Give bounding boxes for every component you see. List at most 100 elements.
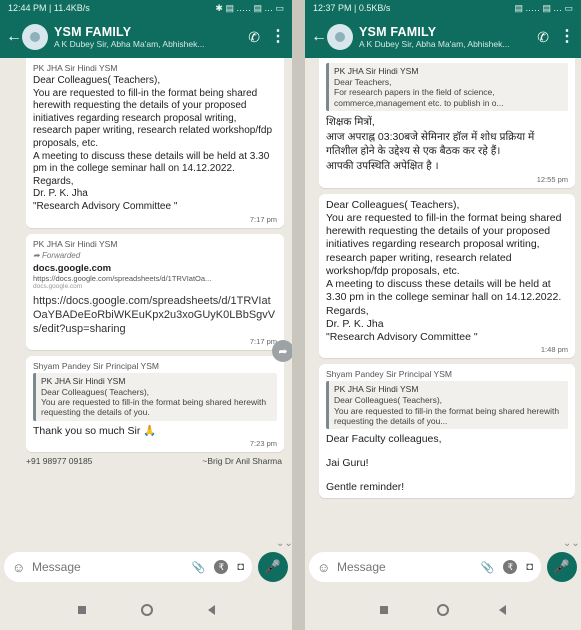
microphone-icon: 🎤	[264, 559, 282, 574]
forwarded-icon: ➦	[33, 250, 42, 260]
message-composer: ☺ 📎 ₹ ◘ 🎤	[4, 550, 288, 584]
message-text: Thank you so much Sir 🙏	[33, 424, 157, 437]
status-icons: ✱ ▤ .‥‥ ▤ .‥ ▭	[215, 2, 284, 13]
system-nav-bar	[305, 590, 581, 630]
emoji-icon[interactable]: ☺	[317, 560, 337, 575]
system-back-icon[interactable]	[499, 605, 507, 615]
quoted-message[interactable]: PK JHA Sir Hindi YSM Dear Colleagues( Te…	[326, 381, 568, 430]
message-input[interactable]	[32, 560, 183, 574]
link-preview[interactable]: docs.google.com https://docs.google.com/…	[33, 263, 277, 290]
sender-name: ~Brig Dr Anil Sharma	[202, 456, 282, 467]
message-bubble[interactable]: Shyam Pandey Sir Principal YSM PK JHA Si…	[26, 355, 284, 453]
home-icon[interactable]	[437, 604, 450, 616]
quoted-text: Dear Teachers, For research papers in th…	[334, 77, 504, 108]
link-preview-title: docs.google.com	[33, 262, 112, 274]
status-bar: 12:44 PM | 11.4KB/s ✱ ▤ .‥‥ ▤ .‥ ▭	[0, 0, 292, 16]
group-avatar[interactable]	[22, 24, 48, 50]
quoted-sender: PK JHA Sir Hindi YSM	[334, 66, 419, 76]
message-sender: PK JHA Sir Hindi YSM	[33, 63, 118, 73]
quoted-text: Dear Colleagues( Teachers), You are requ…	[334, 395, 560, 426]
message-bubble[interactable]: PK JHA Sir Hindi YSM ➦ Forwarded docs.go…	[26, 233, 284, 350]
more-options-icon[interactable]: ⋮	[559, 29, 575, 45]
chat-members: A K Dubey Sir, Abha Ma'am, Abhishek...	[359, 39, 510, 49]
chat-title: YSM FAMILY	[54, 25, 132, 39]
message-time: 7:17 pm	[249, 214, 277, 224]
avatar-placeholder-icon	[335, 32, 345, 42]
right-phone-screen: 12:37 PM | 0.5KB/s ▤ .‥‥ ▤ .‥ ▭ ← YSM FA…	[305, 0, 581, 630]
chat-members: A K Dubey Sir, Abha Ma'am, Abhishek...	[54, 39, 205, 49]
message-link[interactable]: https://docs.google.com/spreadsheets/d/1…	[33, 294, 277, 336]
system-back-icon[interactable]	[207, 605, 215, 615]
camera-icon[interactable]: ◘	[237, 561, 244, 573]
message-time: 12:55 pm	[536, 174, 568, 184]
message-list[interactable]: PK JHA Sir Hindi YSM Dear Colleagues( Te…	[0, 58, 292, 528]
forwarded-label: ➦ Forwarded	[33, 251, 277, 260]
left-phone-screen: 12:44 PM | 11.4KB/s ✱ ▤ .‥‥ ▤ .‥ ▭ ← YSM…	[0, 0, 292, 630]
message-time: 1:48 pm	[540, 345, 568, 355]
avatar-placeholder-icon	[30, 32, 40, 42]
message-list[interactable]: PK JHA Sir Hindi YSM Dear Teachers, For …	[305, 58, 581, 528]
message-line: Dear Faculty colleagues,	[326, 433, 442, 446]
forwarded-text: Forwarded	[41, 250, 81, 260]
link-preview-domain: docs.google.com	[33, 282, 83, 290]
message-input[interactable]	[337, 560, 472, 574]
status-bar: 12:37 PM | 0.5KB/s ▤ .‥‥ ▤ .‥ ▭	[305, 0, 581, 16]
quoted-text: Dear Colleagues( Teachers), You are requ…	[41, 386, 267, 418]
next-message-header: +91 98977 09185 ~Brig Dr Anil Sharma	[26, 456, 282, 466]
payment-icon[interactable]: ₹	[503, 560, 518, 574]
status-time: 12:44 PM | 11.4KB/s	[8, 3, 90, 13]
add-call-icon[interactable]: ✆	[248, 29, 260, 46]
message-bubble[interactable]: Dear Colleagues( Teachers), You are requ…	[319, 193, 575, 359]
chat-header: ← YSM FAMILY A K Dubey Sir, Abha Ma'am, …	[0, 16, 292, 58]
screenshot-divider	[292, 0, 305, 630]
payment-icon[interactable]: ₹	[214, 560, 229, 574]
message-composer: ☺ 📎 ₹ ◘ 🎤	[309, 550, 577, 584]
message-bubble[interactable]: Shyam Pandey Sir Principal YSM PK JHA Si…	[319, 364, 575, 499]
voice-record-button[interactable]: 🎤	[258, 552, 288, 582]
more-options-icon[interactable]: ⋮	[270, 29, 286, 45]
chat-header: ← YSM FAMILY A K Dubey Sir, Abha Ma'am, …	[305, 16, 581, 58]
back-arrow-icon[interactable]: ←	[311, 28, 327, 46]
quoted-message[interactable]: PK JHA Sir Hindi YSM Dear Colleagues( Te…	[33, 372, 277, 421]
microphone-icon: 🎤	[553, 559, 571, 574]
camera-icon[interactable]: ◘	[526, 561, 533, 573]
message-line: Jai Guru!	[326, 456, 369, 469]
back-arrow-icon[interactable]: ←	[6, 28, 22, 46]
message-text: Dear Colleagues( Teachers), You are requ…	[326, 198, 562, 344]
recent-apps-icon[interactable]	[77, 606, 86, 614]
group-avatar[interactable]	[327, 24, 353, 50]
quoted-sender: PK JHA Sir Hindi YSM	[334, 384, 419, 395]
message-bubble[interactable]: PK JHA Sir Hindi YSM Dear Teachers, For …	[319, 58, 575, 188]
add-call-icon[interactable]: ✆	[537, 29, 549, 46]
message-time: 7:17 pm	[249, 336, 277, 346]
message-input-box[interactable]: ☺ 📎 ₹ ◘	[309, 552, 541, 582]
chat-title: YSM FAMILY	[359, 25, 437, 39]
message-input-box[interactable]: ☺ 📎 ₹ ◘	[4, 552, 252, 582]
message-sender: PK JHA Sir Hindi YSM	[33, 238, 118, 249]
message-line: Gentle reminder!	[326, 480, 405, 493]
message-sender: Shyam Pandey Sir Principal YSM	[33, 360, 159, 371]
status-icons: ▤ .‥‥ ▤ .‥ ▭	[514, 2, 573, 13]
chat-title-area[interactable]: YSM FAMILY A K Dubey Sir, Abha Ma'am, Ab…	[359, 25, 527, 49]
voice-record-button[interactable]: 🎤	[547, 552, 577, 582]
status-time: 12:37 PM | 0.5KB/s	[313, 3, 391, 13]
scroll-down-icon[interactable]: ⌄⌄	[563, 538, 580, 549]
recent-apps-icon[interactable]	[379, 606, 388, 614]
sender-phone: +91 98977 09185	[26, 456, 93, 467]
chat-title-area[interactable]: YSM FAMILY A K Dubey Sir, Abha Ma'am, Ab…	[54, 25, 238, 49]
attach-icon[interactable]: 📎	[481, 561, 495, 574]
quoted-message[interactable]: PK JHA Sir Hindi YSM Dear Teachers, For …	[326, 63, 568, 112]
quoted-sender: PK JHA Sir Hindi YSM	[41, 375, 126, 386]
message-bubble[interactable]: PK JHA Sir Hindi YSM Dear Colleagues( Te…	[26, 58, 284, 228]
message-text: Dear Colleagues( Teachers), You are requ…	[33, 75, 273, 212]
forward-shortcut-icon[interactable]: ➦	[272, 340, 292, 362]
home-icon[interactable]	[140, 604, 153, 616]
message-time: 7:23 pm	[249, 439, 277, 449]
attach-icon[interactable]: 📎	[192, 561, 206, 574]
system-nav-bar	[0, 590, 292, 630]
message-sender: Shyam Pandey Sir Principal YSM	[326, 369, 452, 380]
message-text: शिक्षक मित्रों, आज अपराह्न 03:30बजे सेमि…	[326, 116, 535, 173]
scroll-down-icon[interactable]: ⌄⌄	[276, 538, 292, 549]
emoji-icon[interactable]: ☺	[12, 560, 32, 575]
link-preview-url: https://docs.google.com/spreadsheets/d/1…	[33, 273, 212, 283]
